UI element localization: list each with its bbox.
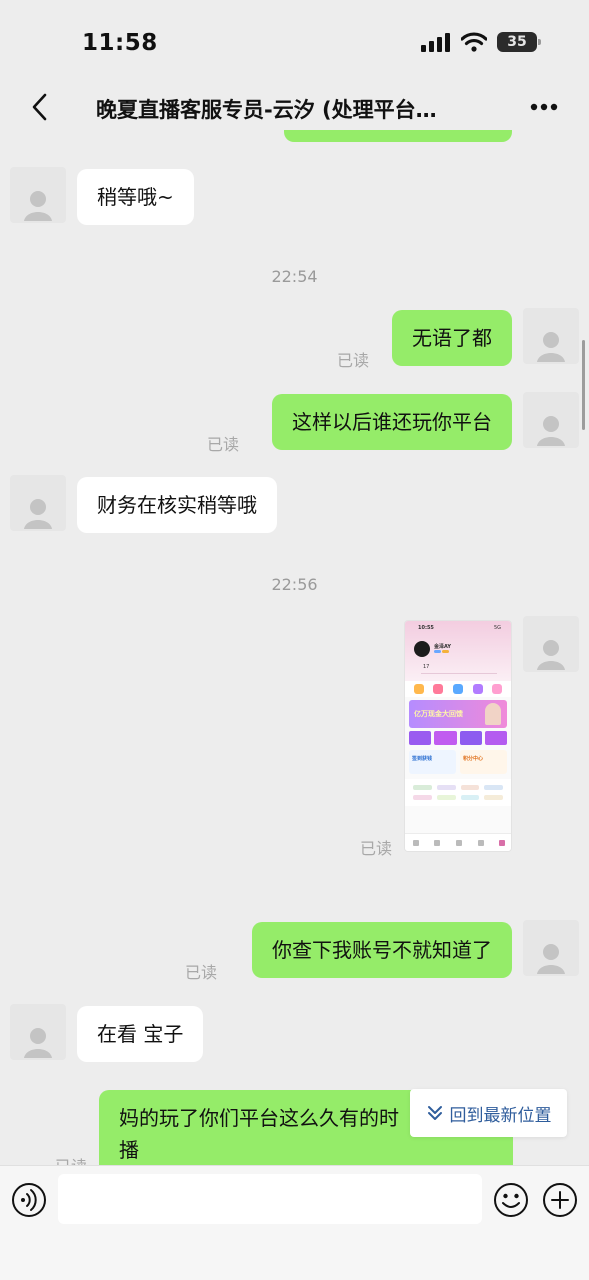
thumb-tab bbox=[434, 839, 441, 846]
message-list[interactable]: 稍等哦~ 22:54 已读 无语了都 已读 这样以后谁还玩你平台 财务在核实稍等… bbox=[0, 130, 589, 1165]
message-bubble-incoming[interactable]: 财务在核实稍等哦 bbox=[77, 477, 277, 533]
thumb-badge bbox=[442, 650, 449, 653]
thumb-tab bbox=[412, 839, 419, 846]
thumb-grid-cell bbox=[484, 795, 503, 800]
more-functions-button[interactable] bbox=[542, 1182, 578, 1218]
cellular-signal-icon bbox=[421, 33, 450, 52]
thumb-tiles bbox=[405, 731, 511, 745]
read-receipt: 已读 bbox=[185, 963, 218, 982]
battery-icon: 35 bbox=[497, 32, 541, 52]
more-dots-icon bbox=[530, 103, 558, 111]
thumb-card-label: 积分中心 bbox=[463, 756, 484, 762]
input-bar bbox=[0, 1165, 589, 1280]
thumb-card: 积分中心 bbox=[460, 750, 507, 774]
thumb-header: 10:55 5G 金泽AY 17 bbox=[405, 621, 511, 681]
voice-input-button[interactable] bbox=[11, 1182, 47, 1218]
default-avatar-icon bbox=[537, 416, 565, 446]
message-bubble-outgoing[interactable]: 无语了都 bbox=[392, 310, 512, 366]
thumb-tab bbox=[499, 839, 506, 846]
default-avatar-icon bbox=[537, 640, 565, 670]
thumb-grid-cell bbox=[413, 795, 432, 800]
thumb-tab bbox=[477, 839, 484, 846]
message-line: 播 bbox=[119, 1138, 139, 1162]
thumb-time: 10:55 bbox=[418, 625, 434, 631]
message-input[interactable] bbox=[58, 1174, 482, 1224]
default-avatar-icon bbox=[537, 944, 565, 974]
avatar-self[interactable] bbox=[523, 616, 579, 672]
more-options-button[interactable] bbox=[529, 94, 559, 120]
avatar-contact[interactable] bbox=[10, 1004, 66, 1060]
thumb-banner-figure bbox=[485, 703, 501, 725]
message-timestamp: 22:54 bbox=[271, 267, 318, 286]
status-time: 11:58 bbox=[82, 30, 158, 56]
thumb-tab bbox=[455, 839, 462, 846]
thumb-grid-cell bbox=[460, 795, 480, 800]
avatar-contact[interactable] bbox=[10, 167, 66, 223]
message-bubble-partial[interactable] bbox=[284, 130, 512, 142]
read-receipt: 已读 bbox=[360, 839, 393, 858]
emoji-icon bbox=[494, 1183, 528, 1217]
chevron-left-icon bbox=[32, 93, 47, 121]
jump-to-latest-label: 回到最新位置 bbox=[449, 1105, 552, 1126]
avatar-self[interactable] bbox=[523, 392, 579, 448]
thumb-tabbar bbox=[405, 833, 511, 851]
thumb-stat-count: 17 bbox=[423, 664, 430, 670]
message-timestamp: 22:56 bbox=[271, 575, 318, 594]
thumb-icon bbox=[452, 684, 463, 694]
read-receipt: 已读 bbox=[207, 435, 240, 454]
jump-to-latest-button[interactable]: 回到最新位置 bbox=[410, 1089, 567, 1137]
default-avatar-icon bbox=[24, 191, 52, 221]
read-receipt: 已读 bbox=[55, 1153, 87, 1165]
default-avatar-icon bbox=[537, 332, 565, 362]
thumb-divider bbox=[421, 673, 497, 674]
thumb-grid-cell bbox=[436, 795, 456, 800]
message-bubble-incoming[interactable]: 在看 宝子 bbox=[77, 1006, 204, 1062]
thumb-status: 5G bbox=[493, 625, 501, 631]
thumb-card-label: 签到获钱 bbox=[412, 756, 433, 762]
message-bubble-incoming[interactable]: 稍等哦~ bbox=[77, 169, 194, 225]
plus-icon bbox=[543, 1183, 577, 1217]
emoji-button[interactable] bbox=[493, 1182, 529, 1218]
status-icons: 35 bbox=[421, 32, 541, 52]
default-avatar-icon bbox=[24, 499, 52, 529]
back-button[interactable] bbox=[24, 90, 54, 124]
battery-level: 35 bbox=[507, 34, 527, 50]
thumb-icon bbox=[472, 684, 483, 694]
thumb-tile bbox=[409, 731, 432, 745]
message-bubble-outgoing[interactable]: 你查下我账号不就知道了 bbox=[252, 922, 512, 978]
avatar-contact[interactable] bbox=[10, 475, 66, 531]
thumb-icon bbox=[413, 684, 424, 694]
thumb-tile bbox=[434, 731, 457, 745]
thumb-grid-cell bbox=[413, 785, 432, 790]
thumb-icon bbox=[433, 684, 444, 694]
image-message[interactable]: 10:55 5G 金泽AY 17 亿万现金大回馈 签到获钱 积分中心 bbox=[404, 620, 512, 852]
avatar-self[interactable] bbox=[523, 920, 579, 976]
message-bubble-outgoing[interactable]: 这样以后谁还玩你平台 bbox=[272, 394, 512, 450]
wifi-icon bbox=[461, 32, 487, 52]
thumb-cards: 签到获钱 积分中心 bbox=[405, 750, 511, 774]
thumb-card: 签到获钱 bbox=[409, 750, 456, 774]
voice-icon bbox=[12, 1183, 46, 1217]
thumb-tile bbox=[459, 731, 482, 745]
double-chevron-down-icon bbox=[427, 1106, 442, 1120]
thumb-grid bbox=[405, 779, 511, 806]
thumb-banner-text: 亿万现金大回馈 bbox=[414, 710, 463, 718]
default-avatar-icon bbox=[24, 1028, 52, 1058]
thumb-icon-row bbox=[405, 681, 511, 697]
avatar-self[interactable] bbox=[523, 308, 579, 364]
thumb-tile bbox=[484, 731, 507, 745]
scrollbar[interactable] bbox=[582, 340, 585, 430]
thumb-username: 金泽AY bbox=[434, 644, 452, 650]
thumb-grid-cell bbox=[436, 785, 456, 790]
chat-header: 晚夏直播客服专员-云汐 (处理平台… bbox=[0, 84, 589, 130]
thumb-avatar bbox=[414, 641, 430, 657]
status-bar: 11:58 35 bbox=[0, 0, 589, 84]
read-receipt: 已读 bbox=[337, 351, 370, 370]
thumb-grid-cell bbox=[484, 785, 503, 790]
thumb-banner: 亿万现金大回馈 bbox=[409, 700, 507, 728]
thumb-grid-cell bbox=[460, 785, 480, 790]
chat-title: 晚夏直播客服专员-云汐 (处理平台… bbox=[96, 98, 437, 122]
thumb-icon bbox=[492, 684, 503, 694]
thumb-badge bbox=[434, 650, 441, 653]
